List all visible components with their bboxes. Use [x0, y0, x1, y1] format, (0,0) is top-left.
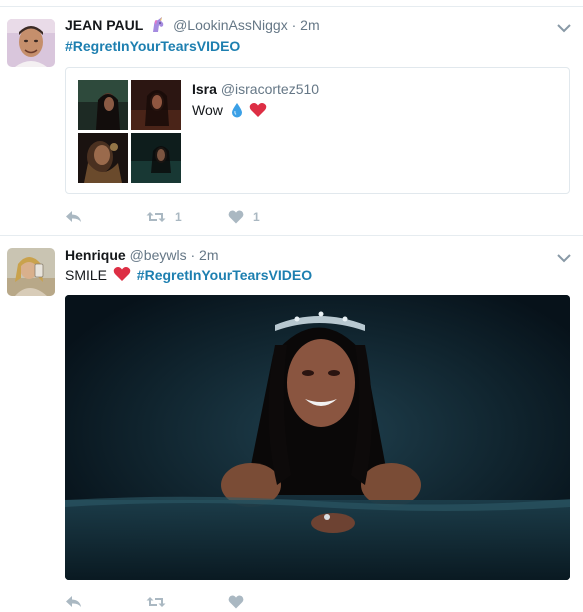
media-thumbnail[interactable] — [131, 133, 181, 183]
reply-icon — [66, 211, 81, 222]
quoted-media-grid[interactable] — [78, 80, 181, 183]
tweet-header: JEAN PAUL @LookinAssNiggx · 2m — [65, 16, 320, 37]
timestamp[interactable]: 2m — [300, 17, 319, 33]
fullname[interactable]: JEAN PAUL — [65, 17, 143, 33]
tweet-text: SMILE #RegretInYourTearsVIDEO — [65, 266, 312, 286]
retweet-button[interactable] — [146, 592, 166, 612]
retweet-icon — [146, 597, 166, 607]
separator-dot: · — [190, 247, 196, 263]
retweet-button[interactable]: 1 — [146, 207, 182, 227]
reply-icon — [66, 596, 81, 607]
heart-icon — [228, 210, 244, 224]
tweet-text-plain: SMILE — [65, 267, 108, 283]
retweet-icon — [146, 212, 166, 222]
fullname[interactable]: Henrique — [65, 247, 126, 263]
reply-button[interactable] — [65, 592, 83, 612]
red-heart-icon — [113, 266, 131, 286]
tweet-jean-paul[interactable]: JEAN PAUL @LookinAssNiggx · 2m #RegretIn… — [0, 7, 583, 236]
hashtag-link[interactable]: #RegretInYourTearsVIDEO — [65, 38, 240, 54]
quoted-tweet-header: Isra @isracortez510 — [192, 80, 319, 98]
quoted-text: Wow — [192, 102, 223, 118]
quoted-tweet[interactable]: Isra @isracortez510 Wow — [65, 67, 570, 194]
timestamp[interactable]: 2m — [199, 247, 218, 263]
red-heart-icon — [249, 102, 267, 122]
like-count: 1 — [253, 210, 260, 224]
heart-icon — [228, 595, 244, 609]
like-button[interactable] — [228, 592, 244, 612]
avatar[interactable] — [7, 248, 55, 296]
unicorn-icon — [150, 17, 166, 37]
reply-button[interactable] — [65, 207, 83, 227]
chevron-down-icon[interactable] — [557, 20, 571, 33]
quoted-fullname[interactable]: Isra — [192, 81, 217, 97]
tweet-text: #RegretInYourTearsVIDEO — [65, 37, 240, 55]
tweet-header: Henrique @beywls · 2m — [65, 246, 219, 264]
like-button[interactable]: 1 — [228, 207, 260, 227]
quoted-username[interactable]: @isracortez510 — [221, 81, 319, 97]
avatar[interactable] — [7, 19, 55, 67]
tweet-media-photo[interactable] — [65, 295, 570, 580]
media-thumbnail[interactable] — [78, 80, 128, 130]
retweet-count: 1 — [175, 210, 182, 224]
chevron-down-icon[interactable] — [557, 250, 571, 263]
username[interactable]: @beywls — [130, 247, 187, 263]
separator-dot: · — [291, 17, 297, 33]
droplet-icon — [230, 102, 244, 122]
media-thumbnail[interactable] — [131, 80, 181, 130]
username[interactable]: @LookinAssNiggx — [173, 17, 288, 33]
media-thumbnail[interactable] — [78, 133, 128, 183]
tweet-henrique[interactable]: Henrique @beywls · 2m SMILE #RegretInYou… — [0, 236, 583, 611]
quoted-tweet-text: Wow — [192, 101, 267, 122]
hashtag-link[interactable]: #RegretInYourTearsVIDEO — [137, 267, 312, 283]
